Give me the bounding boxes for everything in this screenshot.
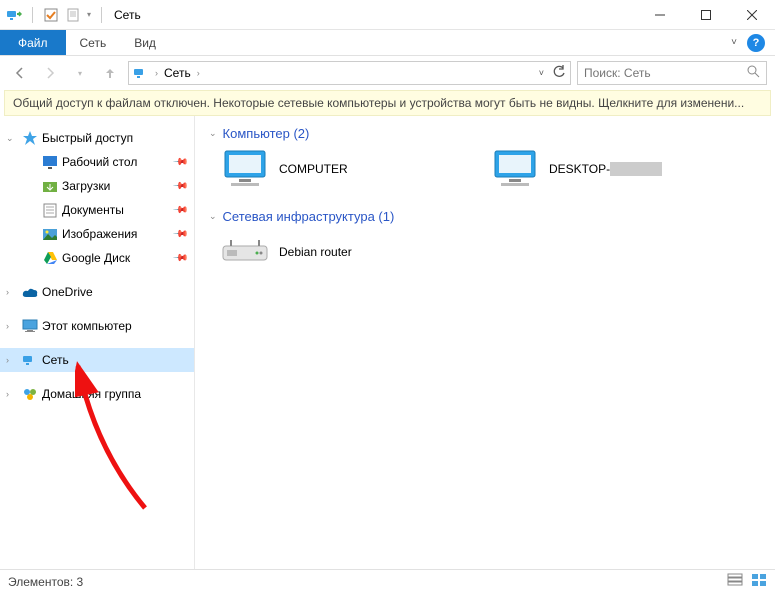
warning-bar[interactable]: Общий доступ к файлам отключен. Некоторы… [4, 90, 771, 116]
dropdown-icon[interactable]: ▾ [87, 10, 91, 19]
pictures-icon [42, 226, 58, 242]
pin-icon: 📌 [171, 250, 188, 267]
help-icon[interactable]: ? [747, 34, 765, 52]
nav-up-button[interactable] [98, 61, 122, 85]
network-icon [133, 65, 149, 81]
chevron-right-icon[interactable]: › [6, 321, 18, 331]
close-button[interactable] [729, 0, 775, 30]
nav-recent-dropdown[interactable]: ▾ [68, 61, 92, 85]
downloads-icon [42, 178, 58, 194]
group-header-infrastructure[interactable]: ⌄ Сетевая инфраструктура (1) [209, 209, 761, 224]
address-dropdown-icon[interactable]: ˅ [539, 68, 544, 78]
tree-label: Быстрый доступ [42, 131, 133, 145]
tree-label: Сеть [42, 353, 69, 367]
computer-icon [22, 318, 38, 334]
ribbon-tab-view[interactable]: Вид [120, 30, 170, 55]
network-router-item[interactable]: Debian router [221, 232, 451, 272]
address-segment[interactable]: Сеть [164, 66, 191, 80]
pin-icon: 📌 [171, 154, 188, 171]
google-drive-icon [42, 250, 58, 266]
group-title: Сетевая инфраструктура (1) [223, 209, 395, 224]
content-pane: ⌄ Компьютер (2) COMPUTER DESKTOP-XXXXXX … [195, 116, 775, 569]
nav-back-button[interactable] [8, 61, 32, 85]
status-item-count: Элементов: 3 [8, 575, 83, 589]
navigation-sidebar: ⌄ Быстрый доступ Рабочий стол 📌 Загрузки… [0, 116, 195, 569]
chevron-down-icon[interactable]: ⌄ [6, 133, 18, 144]
chevron-right-icon[interactable]: › [155, 68, 158, 78]
sidebar-item-documents[interactable]: Документы 📌 [20, 198, 194, 222]
document-icon[interactable] [65, 7, 81, 23]
address-row: ▾ › Сеть › ˅ [0, 56, 775, 90]
pin-icon: 📌 [171, 178, 188, 195]
sidebar-onedrive[interactable]: › OneDrive [0, 280, 194, 304]
pin-icon: 📌 [171, 226, 188, 243]
main-area: ⌄ Быстрый доступ Рабочий стол 📌 Загрузки… [0, 116, 775, 569]
chevron-down-icon[interactable]: ⌄ [209, 211, 217, 222]
desktop-icon [42, 154, 58, 170]
tree-label: Изображения [62, 227, 137, 241]
sidebar-network[interactable]: › Сеть [0, 348, 194, 372]
checkbox-icon[interactable] [43, 7, 59, 23]
nav-forward-button[interactable] [38, 61, 62, 85]
computer-icon [221, 149, 269, 189]
sidebar-homegroup[interactable]: › Домашняя группа [0, 382, 194, 406]
chevron-down-icon[interactable]: ⌄ [209, 128, 217, 139]
sidebar-item-downloads[interactable]: Загрузки 📌 [20, 174, 194, 198]
tree-label: OneDrive [42, 285, 93, 299]
network-computer-item[interactable]: COMPUTER [221, 149, 451, 189]
ribbon: Файл Сеть Вид ˅ ? [0, 30, 775, 56]
network-icon [6, 7, 22, 23]
tree-label: Домашняя группа [42, 387, 141, 401]
sidebar-item-google-drive[interactable]: Google Диск 📌 [20, 246, 194, 270]
onedrive-icon [22, 284, 38, 300]
search-box[interactable] [577, 61, 767, 85]
window-title: Сеть [114, 8, 141, 22]
router-icon [221, 232, 269, 272]
address-bar[interactable]: › Сеть › ˅ [128, 61, 571, 85]
chevron-right-icon[interactable]: › [197, 68, 200, 78]
group-title: Компьютер (2) [223, 126, 310, 141]
search-input[interactable] [584, 66, 741, 80]
tree-label: Этот компьютер [42, 319, 132, 333]
group-header-computers[interactable]: ⌄ Компьютер (2) [209, 126, 761, 141]
search-icon[interactable] [747, 65, 760, 81]
item-label: COMPUTER [279, 162, 348, 176]
chevron-right-icon[interactable]: › [6, 389, 18, 399]
title-bar: ▾ Сеть [0, 0, 775, 30]
network-icon [22, 352, 38, 368]
sidebar-quick-access[interactable]: ⌄ Быстрый доступ [0, 126, 194, 150]
refresh-icon[interactable] [552, 65, 566, 82]
view-large-icons-button[interactable] [751, 573, 767, 590]
star-icon [22, 130, 38, 146]
sidebar-this-pc[interactable]: › Этот компьютер [0, 314, 194, 338]
item-label: Debian router [279, 245, 352, 259]
view-details-button[interactable] [727, 573, 743, 590]
sidebar-item-desktop[interactable]: Рабочий стол 📌 [20, 150, 194, 174]
ribbon-tab-network[interactable]: Сеть [66, 30, 121, 55]
tree-label: Загрузки [62, 179, 110, 193]
minimize-button[interactable] [637, 0, 683, 30]
tree-label: Документы [62, 203, 124, 217]
item-label: DESKTOP-XXXXXX [549, 162, 662, 176]
sidebar-item-pictures[interactable]: Изображения 📌 [20, 222, 194, 246]
homegroup-icon [22, 386, 38, 402]
ribbon-file-tab[interactable]: Файл [0, 30, 66, 55]
tree-label: Google Диск [62, 251, 130, 265]
status-bar: Элементов: 3 [0, 569, 775, 593]
computer-icon [491, 149, 539, 189]
tree-label: Рабочий стол [62, 155, 137, 169]
maximize-button[interactable] [683, 0, 729, 30]
chevron-right-icon[interactable]: › [6, 287, 18, 297]
chevron-down-icon[interactable]: ˅ [731, 37, 737, 48]
documents-icon [42, 202, 58, 218]
chevron-right-icon[interactable]: › [6, 355, 18, 365]
pin-icon: 📌 [171, 202, 188, 219]
network-computer-item[interactable]: DESKTOP-XXXXXX [491, 149, 721, 189]
